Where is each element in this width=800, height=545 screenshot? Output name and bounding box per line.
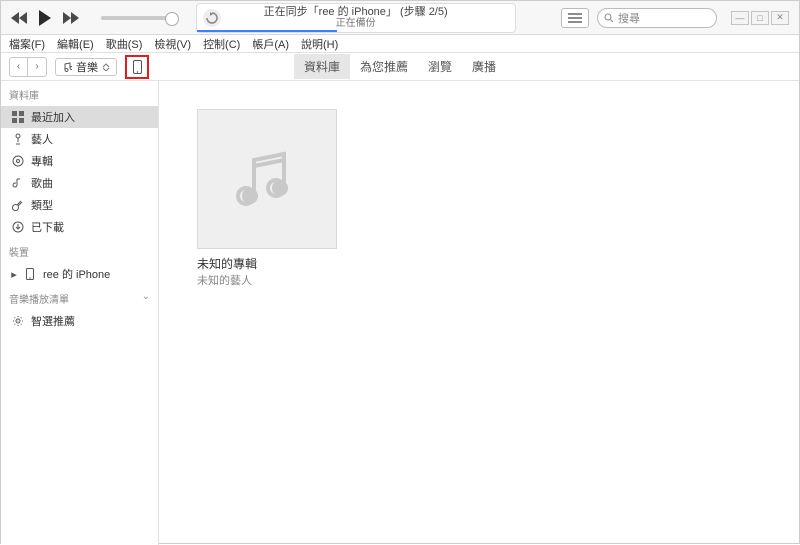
sidebar-item-label: 已下載 — [31, 219, 64, 235]
search-input[interactable]: 搜尋 — [597, 8, 717, 28]
sidebar-item-label: 藝人 — [31, 131, 53, 147]
note-icon — [11, 177, 25, 189]
device-button-highlighted[interactable] — [125, 55, 149, 79]
secondary-toolbar: ‹ › 音樂 資料庫 為您推薦 瀏覽 廣播 — [1, 53, 799, 81]
play-button[interactable] — [37, 10, 53, 26]
content-area: 未知的專輯 未知的藝人 — [159, 81, 799, 545]
search-placeholder: 搜尋 — [618, 10, 640, 26]
music-note-icon — [62, 62, 72, 72]
volume-slider[interactable] — [101, 16, 173, 20]
menu-edit[interactable]: 編輯(E) — [57, 36, 94, 52]
download-icon — [11, 221, 25, 233]
nav-forward-button[interactable]: › — [28, 58, 46, 76]
menu-bar: 檔案(F) 編輯(E) 歌曲(S) 檢視(V) 控制(C) 帳戶(A) 說明(H… — [1, 35, 799, 53]
mic-icon — [11, 133, 25, 145]
minimize-button[interactable]: — — [731, 11, 749, 25]
music-note-icon — [232, 144, 302, 214]
sidebar-item-downloaded[interactable]: 已下載 — [1, 216, 158, 238]
genius-icon — [11, 315, 25, 327]
search-icon — [604, 13, 614, 23]
nav-back-button[interactable]: ‹ — [10, 58, 28, 76]
main-body: 資料庫 最近加入 藝人 專輯 歌曲 類型 已下載 裝置 ▸ ree — [1, 81, 799, 545]
sidebar-header-library: 資料庫 — [1, 81, 158, 106]
list-view-button[interactable] — [561, 8, 589, 28]
chevron-down-icon[interactable]: ⌄ — [142, 291, 150, 302]
iphone-icon — [133, 60, 142, 74]
playback-controls — [1, 10, 173, 26]
disc-icon — [11, 155, 25, 167]
sidebar-item-genres[interactable]: 類型 — [1, 194, 158, 216]
status-lcd: 正在同步「ree 的 iPhone」 (步驟 2/5) 正在備份 — [196, 3, 516, 33]
sidebar-item-device[interactable]: ▸ ree 的 iPhone — [1, 263, 158, 285]
menu-controls[interactable]: 控制(C) — [203, 36, 240, 52]
lcd-title: 正在同步「ree 的 iPhone」 (步驟 2/5) — [264, 6, 448, 18]
lcd-subtitle: 正在備份 — [264, 18, 448, 29]
sidebar-item-artists[interactable]: 藝人 — [1, 128, 158, 150]
sidebar-item-songs[interactable]: 歌曲 — [1, 172, 158, 194]
next-track-button[interactable] — [63, 12, 79, 24]
sidebar-item-label: 類型 — [31, 197, 53, 213]
tab-for-you[interactable]: 為您推薦 — [350, 54, 418, 79]
sidebar-item-recently-added[interactable]: 最近加入 — [1, 106, 158, 128]
tab-browse[interactable]: 瀏覽 — [418, 54, 462, 79]
close-button[interactable]: ✕ — [771, 11, 789, 25]
menu-file[interactable]: 檔案(F) — [9, 36, 45, 52]
media-type-label: 音樂 — [76, 59, 98, 75]
menu-view[interactable]: 檢視(V) — [154, 36, 191, 52]
sync-progress-bar — [197, 30, 337, 32]
album-art-placeholder — [197, 109, 337, 249]
sidebar-item-label: ree 的 iPhone — [43, 266, 110, 282]
sidebar-item-albums[interactable]: 專輯 — [1, 150, 158, 172]
sync-spinner-icon — [203, 9, 221, 27]
chevron-down-icon — [102, 63, 110, 71]
player-top-bar: 正在同步「ree 的 iPhone」 (步驟 2/5) 正在備份 搜尋 — □ … — [1, 1, 799, 35]
album-artist: 未知的藝人 — [197, 272, 337, 288]
guitar-icon — [11, 199, 25, 211]
nav-history: ‹ › — [9, 57, 47, 77]
content-tabs: 資料庫 為您推薦 瀏覽 廣播 — [294, 54, 506, 79]
grid-icon — [11, 111, 25, 123]
sidebar-item-label: 專輯 — [31, 153, 53, 169]
maximize-button[interactable]: □ — [751, 11, 769, 25]
iphone-icon — [23, 268, 37, 280]
menu-song[interactable]: 歌曲(S) — [106, 36, 143, 52]
sidebar-header-playlists: 音樂播放清單 ⌄ — [1, 285, 158, 310]
sidebar-item-label: 歌曲 — [31, 175, 53, 191]
sidebar-header-devices: 裝置 — [1, 238, 158, 263]
menu-account[interactable]: 帳戶(A) — [252, 36, 289, 52]
tab-radio[interactable]: 廣播 — [462, 54, 506, 79]
sidebar: 資料庫 最近加入 藝人 專輯 歌曲 類型 已下載 裝置 ▸ ree — [1, 81, 159, 545]
sidebar-item-label: 最近加入 — [31, 109, 75, 125]
album-title: 未知的專輯 — [197, 255, 337, 272]
menu-help[interactable]: 說明(H) — [301, 36, 338, 52]
tab-library[interactable]: 資料庫 — [294, 54, 350, 79]
caret-right-icon: ▸ — [11, 268, 17, 281]
album-tile[interactable]: 未知的專輯 未知的藝人 — [197, 109, 337, 288]
sidebar-item-genius[interactable]: 智選推薦 — [1, 310, 158, 332]
window-controls: — □ ✕ — [731, 11, 789, 25]
sidebar-item-label: 智選推薦 — [31, 313, 75, 329]
media-type-selector[interactable]: 音樂 — [55, 58, 117, 76]
prev-track-button[interactable] — [11, 12, 27, 24]
